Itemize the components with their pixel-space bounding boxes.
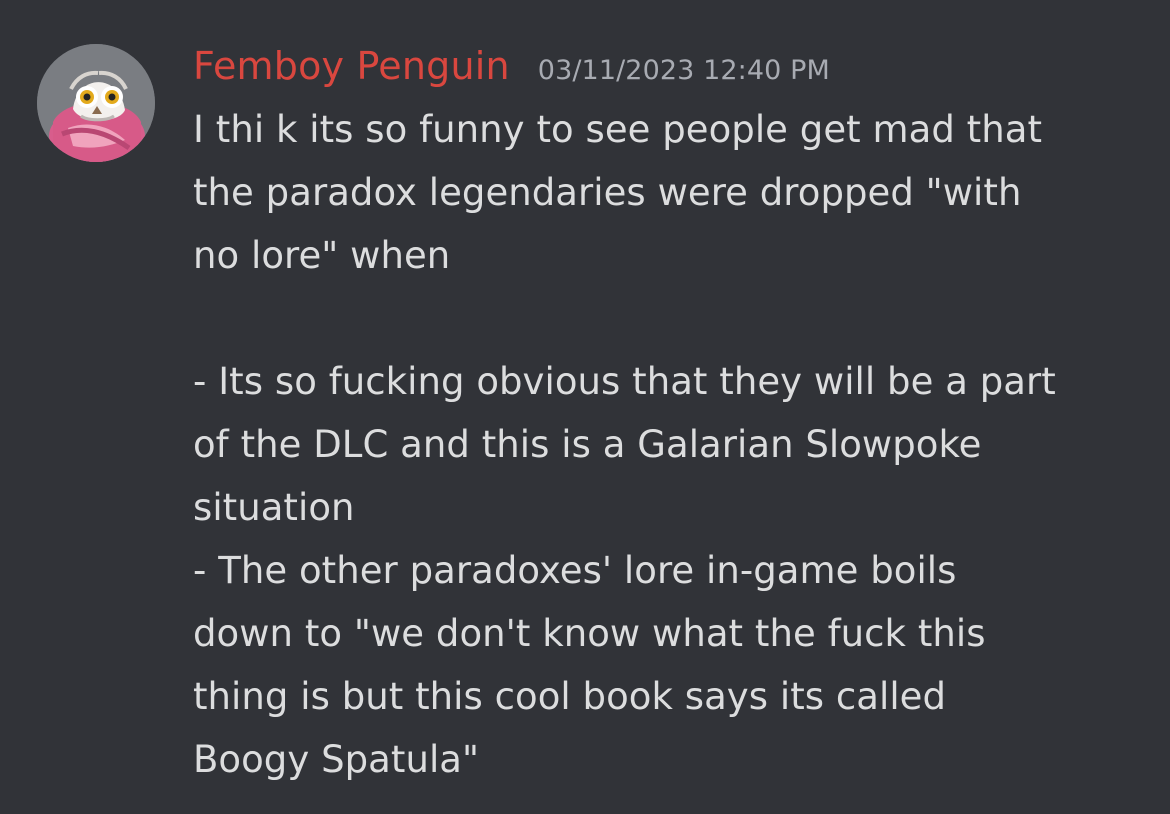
message-line: the paradox legendaries were dropped "wi… (193, 171, 1022, 214)
message-line: of the DLC and this is a Galarian Slowpo… (193, 423, 982, 466)
timestamp[interactable]: 03/11/2023 12:40 PM (538, 43, 830, 99)
message-content: Femboy Penguin 03/11/2023 12:40 PM I thi… (193, 38, 1153, 791)
message-line: - The other paradoxes' lore in-game boil… (193, 549, 957, 592)
message-line: Boogy Spatula" (193, 738, 480, 781)
message-line: I thi k its so funny to see people get m… (193, 108, 1043, 151)
username[interactable]: Femboy Penguin (193, 38, 510, 94)
user-avatar[interactable] (37, 44, 155, 162)
chat-message: Femboy Penguin 03/11/2023 12:40 PM I thi… (0, 0, 1170, 814)
owl-plush-avatar-icon (37, 44, 155, 162)
message-header: Femboy Penguin 03/11/2023 12:40 PM (193, 38, 1153, 94)
message-line: no lore" when (193, 234, 451, 277)
message-line: - Its so fucking obvious that they will … (193, 360, 1056, 403)
message-line: down to "we don't know what the fuck thi… (193, 612, 986, 655)
message-line: thing is but this cool book says its cal… (193, 675, 947, 718)
message-line: situation (193, 486, 355, 529)
message-body: I thi k its so funny to see people get m… (193, 98, 1153, 791)
